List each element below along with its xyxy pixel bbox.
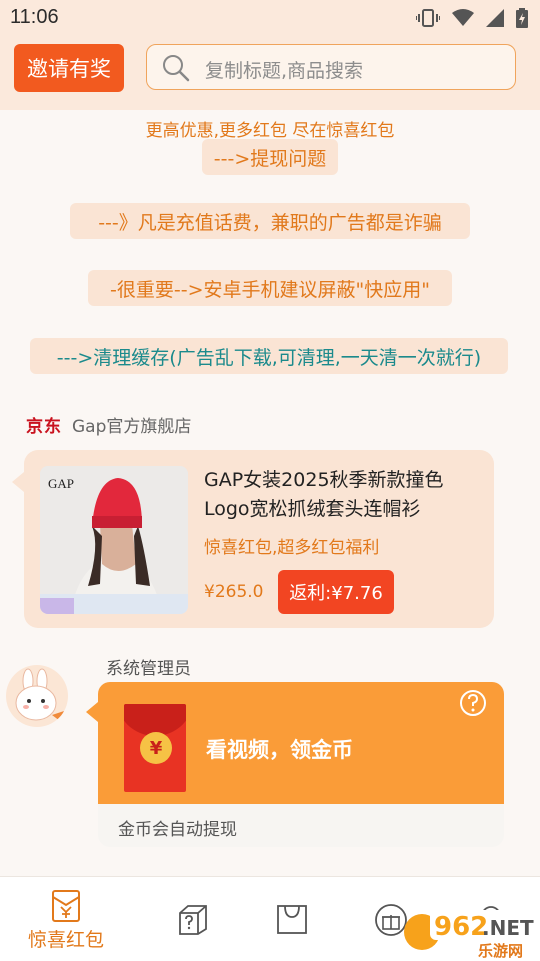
status-time: 11:06 xyxy=(10,6,59,28)
notice-scam-warning[interactable]: ---》凡是充值话费，兼职的广告都是诈骗 xyxy=(70,203,470,239)
notice-withdraw[interactable]: --->提现问题 xyxy=(202,139,338,175)
status-bar: 11:06 xyxy=(0,0,540,36)
watermark-net: .NET xyxy=(482,916,534,940)
red-envelope-icon: ¥ xyxy=(124,704,186,792)
product-card[interactable]: GAP GAP女装2025秋季新款撞色Logo宽松抓绒套头连帽衫 惊喜红包,超多… xyxy=(12,450,494,628)
status-icons xyxy=(416,8,528,28)
rebate-button[interactable]: 返利:¥7.76 xyxy=(278,570,394,614)
wifi-icon xyxy=(452,9,474,26)
nav-item-shop[interactable] xyxy=(276,903,308,935)
search-placeholder: 复制标题,商品搜索 xyxy=(205,60,364,82)
gap-logo-text: GAP xyxy=(48,476,74,491)
sender-name: 系统管理员 xyxy=(106,659,191,679)
promo-banner-text: 更高优惠,更多红包 尽在惊喜红包 xyxy=(145,121,395,141)
product-price: ¥265.0 xyxy=(204,582,264,602)
product-title[interactable]: GAP女装2025秋季新款撞色Logo宽松抓绒套头连帽衫 xyxy=(204,466,484,524)
watermark-logo: 962 .NET 乐游网 xyxy=(404,910,534,960)
shop-header: 京东 Gap官方旗舰店 xyxy=(26,412,191,437)
nav-label-red-envelope: 惊喜红包 xyxy=(28,929,105,951)
product-subtitle: 惊喜红包,超多红包福利 xyxy=(204,538,380,558)
avatar xyxy=(6,665,68,727)
video-title: 看视频，领金币 xyxy=(206,738,353,762)
help-icon[interactable] xyxy=(458,688,488,718)
search-icon xyxy=(163,55,190,82)
bunny-icon xyxy=(15,668,64,721)
video-footer-text: 金币会自动提现 xyxy=(118,820,237,840)
product-image[interactable]: GAP xyxy=(40,466,188,614)
question-box-icon xyxy=(179,905,207,935)
nav-item-faq[interactable] xyxy=(176,903,210,937)
search-input[interactable]: 复制标题,商品搜索 xyxy=(146,44,516,90)
shopping-bag-icon xyxy=(277,905,307,934)
invite-button[interactable]: 邀请有奖 xyxy=(14,44,124,92)
red-envelope-icon xyxy=(52,890,80,922)
watermark-962: 962 xyxy=(434,912,488,942)
product-photo: GAP xyxy=(40,466,188,614)
notice-quick-app[interactable]: -很重要-->安卓手机建议屏蔽"快应用" xyxy=(88,270,452,306)
message-pointer xyxy=(86,702,98,722)
signal-icon xyxy=(486,9,504,27)
shop-name: Gap官方旗舰店 xyxy=(72,417,192,437)
video-card-header: ¥ 看视频，领金币 xyxy=(98,682,504,804)
watermark-site: 乐游网 xyxy=(478,942,523,960)
nav-item-red-envelope[interactable]: 惊喜红包 xyxy=(28,889,104,952)
vibrate-icon xyxy=(416,9,440,27)
watch-video-card[interactable]: ¥ 看视频，领金币 金币会自动提现 xyxy=(98,682,504,847)
coin-icon: ¥ xyxy=(140,732,172,764)
notice-clear-cache[interactable]: --->清理缓存(广告乱下载,可清理,一天清一次就行) xyxy=(30,338,508,374)
battery-icon xyxy=(516,8,528,28)
jd-logo: 京东 xyxy=(26,417,62,437)
